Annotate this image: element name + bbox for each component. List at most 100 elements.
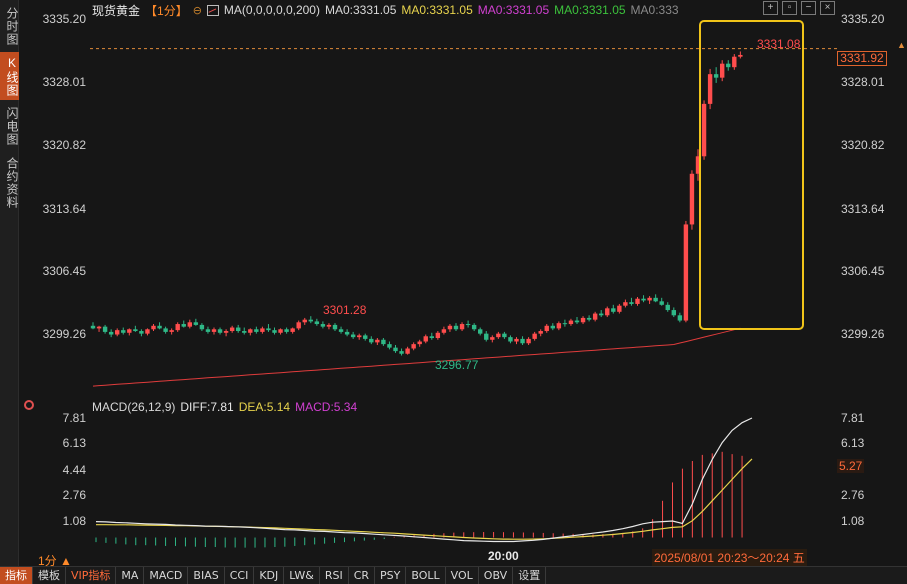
candle-body bbox=[738, 54, 743, 57]
candle-body bbox=[689, 173, 695, 225]
time-axis-label: 20:00 bbox=[488, 549, 519, 563]
candle-body bbox=[320, 324, 326, 327]
candle-body bbox=[284, 329, 289, 332]
candle-body bbox=[102, 326, 108, 332]
highlight-box bbox=[699, 20, 804, 330]
candle-body bbox=[387, 344, 392, 348]
candle-body bbox=[520, 338, 525, 344]
candle-body bbox=[399, 351, 404, 354]
candle-body bbox=[302, 319, 307, 323]
indicator-tab[interactable]: VIP指标 bbox=[66, 567, 117, 584]
candle-body bbox=[556, 323, 562, 329]
candle-body bbox=[375, 339, 380, 343]
indicator-tab[interactable]: 模板 bbox=[33, 567, 66, 584]
kline-chart-canvas[interactable]: 3301.28 3296.77 3331.08 bbox=[0, 0, 907, 584]
candle-body bbox=[278, 329, 283, 333]
indicator-tab[interactable]: RSI bbox=[320, 567, 349, 584]
candle-body bbox=[592, 313, 598, 320]
candle-body bbox=[90, 325, 96, 329]
candle-body bbox=[199, 324, 205, 330]
candle-body bbox=[653, 297, 658, 302]
candle-body bbox=[223, 331, 229, 333]
ma200-line bbox=[92, 327, 741, 387]
candle-body bbox=[508, 337, 513, 342]
candle-body bbox=[683, 224, 689, 321]
candle-body bbox=[96, 326, 102, 329]
candle-body bbox=[659, 301, 664, 305]
indicator-tab[interactable]: LW& bbox=[284, 567, 320, 584]
candle-body bbox=[308, 319, 313, 322]
candle-body bbox=[423, 336, 428, 342]
candle-body bbox=[314, 321, 320, 325]
candle-body bbox=[163, 328, 168, 332]
candle-body bbox=[532, 333, 537, 339]
candle-body bbox=[605, 308, 610, 316]
candle-body bbox=[484, 333, 489, 340]
candle-body bbox=[623, 302, 628, 306]
candle-body bbox=[193, 322, 199, 325]
candle-body bbox=[139, 331, 144, 334]
candle-body bbox=[229, 327, 235, 332]
candle-body bbox=[417, 341, 422, 345]
candle-body bbox=[465, 324, 471, 326]
candle-body bbox=[115, 330, 120, 335]
candle-body bbox=[121, 330, 126, 333]
candle-body bbox=[290, 328, 295, 332]
candle-body bbox=[580, 317, 586, 323]
candle-body bbox=[187, 322, 192, 327]
candle-body bbox=[471, 324, 477, 330]
candle-body bbox=[441, 329, 447, 333]
candle-body bbox=[411, 344, 416, 349]
candle-body bbox=[381, 339, 386, 345]
candle-body bbox=[707, 74, 713, 104]
candle-body bbox=[145, 329, 150, 334]
indicator-tab[interactable]: KDJ bbox=[254, 567, 285, 584]
candle-body bbox=[599, 313, 604, 316]
candle-body bbox=[127, 329, 132, 333]
candle-body bbox=[538, 331, 543, 334]
indicator-tab[interactable]: MA bbox=[116, 567, 145, 584]
indicator-tab-bar: 指标 模板 VIP指标 MA MACD BIAS CCI KDJ LW& RSI CR PSY BOLL… bbox=[0, 566, 907, 584]
candle-body bbox=[647, 297, 652, 301]
indicator-tab[interactable]: VOL bbox=[446, 567, 479, 584]
candle-body bbox=[181, 324, 186, 327]
indicator-tab[interactable]: CCI bbox=[225, 567, 255, 584]
indicator-tab[interactable]: 设置 bbox=[513, 567, 547, 584]
candle-body bbox=[726, 63, 731, 68]
diff-line bbox=[95, 417, 753, 543]
candle-body bbox=[502, 333, 507, 338]
candle-body bbox=[514, 338, 519, 342]
dea-line bbox=[96, 458, 753, 540]
candle-body bbox=[169, 330, 174, 332]
candle-body bbox=[429, 336, 434, 339]
candle-body bbox=[338, 329, 344, 332]
indicator-tab[interactable]: CR bbox=[349, 567, 376, 584]
candle-body bbox=[665, 304, 670, 311]
indicator-tab[interactable]: BOLL bbox=[406, 567, 446, 584]
candle-body bbox=[671, 310, 676, 316]
indicator-tab[interactable]: PSY bbox=[375, 567, 407, 584]
high-annotation: 3301.28 bbox=[323, 303, 367, 317]
candle-body bbox=[108, 331, 114, 335]
candle-body bbox=[701, 103, 707, 157]
candle-body bbox=[133, 329, 138, 332]
candle-body bbox=[611, 308, 616, 312]
indicator-tab[interactable]: BIAS bbox=[188, 567, 225, 584]
indicator-tab[interactable]: OBV bbox=[479, 567, 514, 584]
indicator-tab[interactable]: 指标 bbox=[0, 567, 33, 584]
candle-body bbox=[435, 332, 441, 339]
candle-body bbox=[496, 333, 501, 338]
candle-body bbox=[211, 329, 217, 332]
candle-body bbox=[175, 324, 180, 331]
candle-body bbox=[478, 329, 483, 334]
candle-body bbox=[629, 302, 634, 304]
candle-body bbox=[405, 348, 410, 354]
candle-body bbox=[677, 315, 683, 321]
candle-body bbox=[326, 324, 332, 327]
candle-body bbox=[357, 335, 362, 338]
low-annotation: 3296.77 bbox=[435, 358, 479, 372]
candle-body bbox=[205, 329, 211, 332]
indicator-tab[interactable]: MACD bbox=[144, 567, 189, 584]
candle-body bbox=[157, 325, 162, 329]
candle-body bbox=[248, 329, 253, 333]
